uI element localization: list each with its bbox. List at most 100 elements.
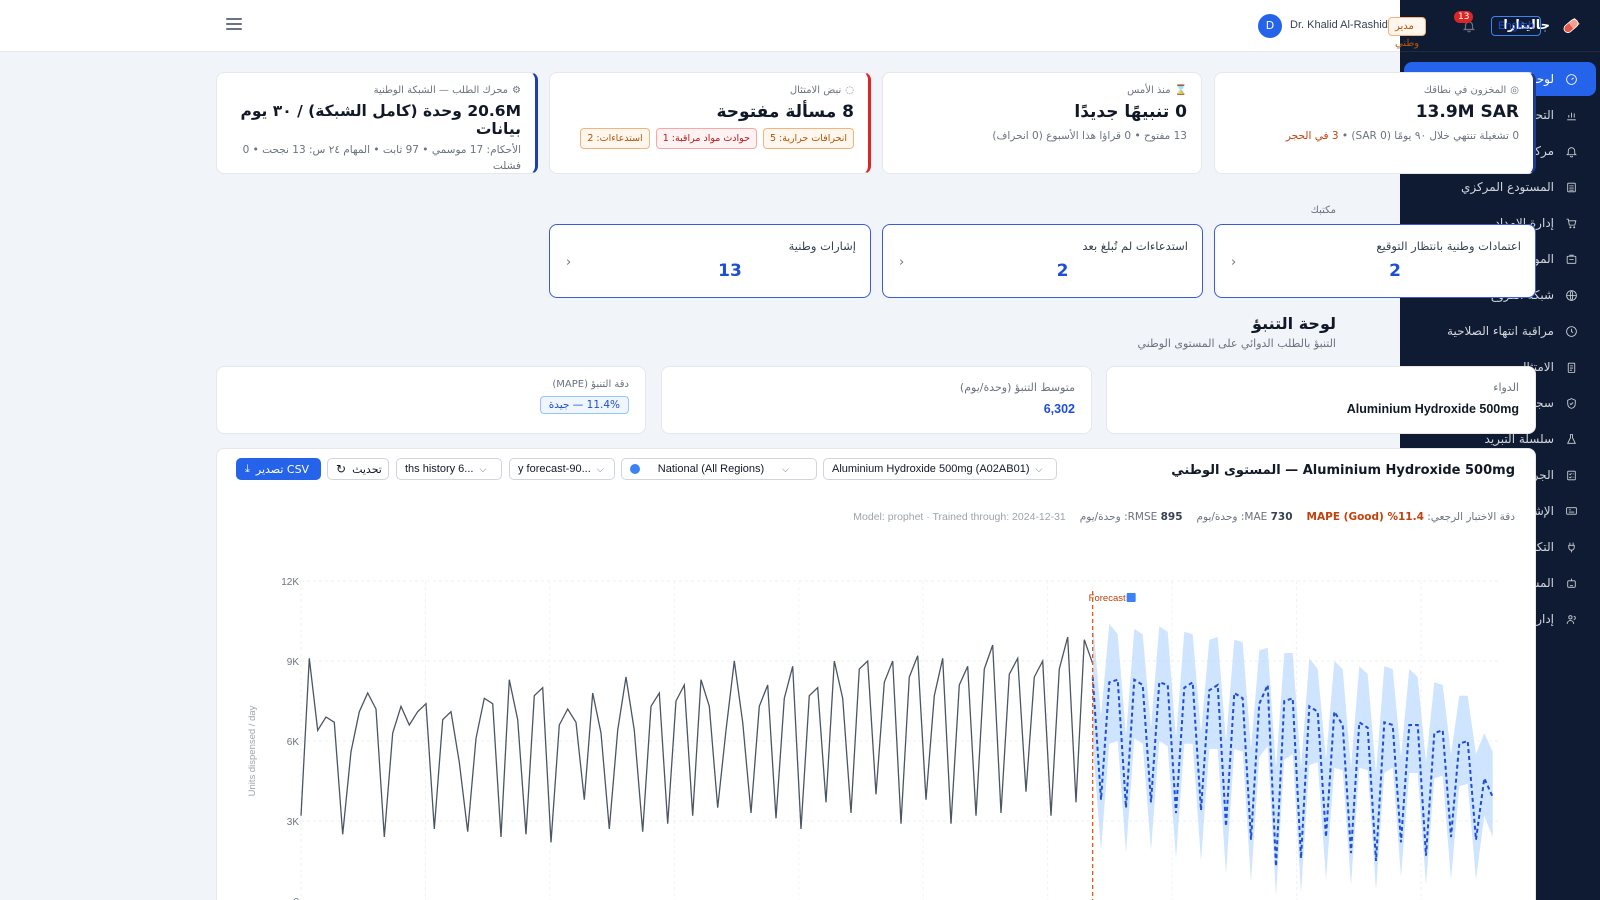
refresh-button[interactable]: ↻ تحديث: [327, 458, 389, 480]
clipboard-icon: [1564, 360, 1578, 374]
kpi-label: نبض الامتثال: [789, 85, 842, 96]
globe-icon: [630, 464, 640, 474]
sidebar-item-8[interactable]: مراقبة انتهاء الصلاحية: [1404, 314, 1596, 348]
sidebar-item-4[interactable]: المستودع المركزي: [1404, 170, 1596, 204]
action-pending-approvals[interactable]: اعتمادات وطنية بانتظار التوقيع 2 ‹: [1214, 224, 1536, 298]
menu-toggle-icon[interactable]: [226, 18, 242, 32]
sidebar-item-label: مراقبة انتهاء الصلاحية: [1447, 324, 1554, 338]
export-csv-button[interactable]: ⤓ تصدير CSV: [236, 458, 321, 480]
y-tick-label: 9K: [287, 657, 300, 668]
supplier-icon: [1564, 252, 1578, 266]
refresh-icon: ↻: [336, 462, 347, 476]
action-value: 2: [1056, 261, 1069, 281]
bell-icon: [1564, 144, 1578, 158]
action-title: استدعاءات لم تُبلغ بعد: [1082, 239, 1188, 253]
drug-select-value: Aluminium Hydroxide 500mg (A02AB01): [832, 463, 1030, 475]
kpi-compliance-pulse[interactable]: ◌ نبض الامتثال 8 مسألة مفتوحة انحرافات حر…: [549, 72, 871, 174]
page-subtitle: التنبؤ بالطلب الدوائي على المستوى الوطني: [1137, 337, 1336, 350]
history-select-value: ths history 6...: [405, 463, 474, 475]
chevron-left-icon: ‹: [566, 255, 572, 270]
main-content: ◎ المخزون في نطاقك 13.9M SAR 0 تشغيلة تنت…: [0, 52, 1536, 900]
robot-icon: [1564, 576, 1578, 590]
topbar: English 13 مدير وطني Dr. Khalid Al-Rashi…: [0, 0, 1542, 52]
kpi-demand-engine[interactable]: ⚙ محرك الطلب — الشبكة الوطنية 20.6M وحدة …: [216, 72, 538, 174]
mape-value: MAPE (Good) %11.4: [1306, 511, 1424, 523]
user-name[interactable]: Dr. Khalid Al-Rashid: [1290, 19, 1388, 31]
chevron-down-icon: ⌵: [479, 463, 487, 474]
y-axis-label: Units dispensed / day: [247, 705, 258, 796]
controlled-incident-pill[interactable]: حوادث مواد مراقبة: 1: [655, 128, 757, 149]
kpi-sub: 0 تشغيلة تنتهي خلال ٩٠ يومًا (0 SAR) •: [1338, 130, 1519, 142]
plug-icon: [1564, 540, 1578, 554]
kpi-label: المخزون في نطاقك: [1423, 85, 1507, 96]
y-tick-label: 6K: [287, 737, 300, 748]
backtest-label: دقة الاختبار الرجعي:: [1427, 511, 1515, 523]
flask-icon: [1564, 432, 1578, 446]
history-series-line: [300, 636, 1094, 843]
y-tick-label: 3K: [287, 817, 300, 828]
summary-drug: الدواء Aluminium Hydroxide 500mg: [1106, 366, 1536, 434]
checklist-icon: [1564, 468, 1578, 482]
notification-bell[interactable]: 13: [1454, 11, 1478, 35]
action-title: إشارات وطنية: [788, 239, 856, 253]
action-national-signals[interactable]: إشارات وطنية 13 ‹: [549, 224, 871, 298]
thermal-deviation-pill[interactable]: انحرافات حرارية: 5: [762, 128, 854, 149]
coin-icon: ◎: [1510, 85, 1519, 96]
mae-value: 730: [1270, 511, 1293, 523]
summary-label: الدواء: [1493, 381, 1519, 394]
history-select[interactable]: ths history 6... ⌵: [396, 458, 502, 480]
model-info: Model: prophet · Trained through: 2024-1…: [853, 511, 1066, 523]
kpi-sub: 13 مفتوح • 0 قراؤا هذا الأسبوع (0 انحراف…: [992, 130, 1187, 142]
capsule-logo-icon: [1560, 15, 1582, 37]
kpi-value: 0 تنبيهًا جديدًا: [1074, 102, 1187, 122]
language-button[interactable]: English: [1491, 16, 1542, 36]
summary-value: 6,302: [1043, 402, 1075, 416]
play-icon: [1126, 593, 1136, 602]
shield-icon: [1564, 396, 1578, 410]
sidebar-item-label: سلسلة التبريد: [1484, 432, 1554, 446]
gauge-icon: [1564, 72, 1578, 86]
kpi-value: 13.9M SAR: [1415, 102, 1519, 122]
forecast-line-chart: 03K6K9K12KUnits dispensed / dayJul 24Aug…: [247, 577, 1501, 900]
summary-accuracy: دقة التنبؤ (MAPE) 11.4% — جيدة: [216, 366, 646, 434]
horizon-select-value: y forecast-90...: [518, 463, 591, 475]
summary-value: Aluminium Hydroxide 500mg: [1346, 402, 1519, 416]
export-label: تصدير CSV: [255, 462, 310, 476]
accuracy-badge: 11.4% — جيدة: [539, 396, 629, 414]
action-unreported-recalls[interactable]: استدعاءات لم تُبلغ بعد 2 ‹: [882, 224, 1203, 298]
role-badge: مدير وطني: [1388, 17, 1427, 49]
quarantine-count: 3 في الحجر: [1285, 130, 1339, 142]
horizon-select[interactable]: y forecast-90... ⌵: [509, 458, 615, 480]
summary-label: دقة التنبؤ (MAPE): [552, 379, 629, 390]
kpi-inventory[interactable]: ◎ المخزون في نطاقك 13.9M SAR 0 تشغيلة تنت…: [1214, 72, 1536, 174]
forecast-marker-label: Forecast: [1089, 593, 1126, 604]
rmse-value: 895: [1160, 511, 1183, 523]
backtest-metrics: دقة الاختبار الرجعي: MAPE (Good) %11.4 7…: [853, 511, 1515, 523]
kpi-since-yesterday[interactable]: ⌛ منذ الأمس 0 تنبيهًا جديدًا 13 مفتوح • 0…: [882, 72, 1202, 174]
chevron-down-icon: ⌵: [1035, 463, 1043, 474]
mae-label: MAE: وحدة/يوم: [1196, 511, 1268, 523]
users-icon: [1564, 612, 1578, 626]
avatar[interactable]: D: [1258, 14, 1282, 38]
download-icon: ⤓: [245, 462, 250, 475]
kpi-label: محرك الطلب — الشبكة الوطنية: [373, 85, 509, 96]
notification-count-badge: 13: [1454, 11, 1474, 23]
kpi-sub: الأحكام: 17 موسمي • 97 ثابت • المهام ٢٤ …: [242, 144, 521, 172]
clock-icon: [1564, 324, 1578, 338]
monitor-icon: [1564, 504, 1578, 518]
recall-pill[interactable]: استدعاءات: 2: [580, 128, 650, 149]
hourglass-icon: ⌛: [1174, 85, 1187, 96]
action-value: 13: [718, 261, 742, 281]
cart-icon: [1564, 216, 1578, 230]
check-circle-icon: ◌: [845, 85, 854, 96]
summary-label: متوسط التنبؤ (وحدة/يوم): [959, 381, 1075, 394]
chevron-left-icon: ‹: [1231, 255, 1237, 270]
action-value: 2: [1389, 261, 1401, 281]
drug-select[interactable]: Aluminium Hydroxide 500mg (A02AB01) ⌵: [823, 458, 1057, 480]
globe-icon: [1564, 288, 1578, 302]
refresh-label: تحديث: [352, 462, 382, 476]
rmse-label: RMSE: وحدة/يوم: [1079, 511, 1158, 523]
chevron-down-icon: ⌵: [782, 463, 789, 474]
region-select[interactable]: National (All Regions) ⌵: [621, 458, 817, 480]
kpi-value: 20.6M وحدة (كامل الشبكة) / ٣٠ يوم بيانات: [240, 102, 521, 138]
